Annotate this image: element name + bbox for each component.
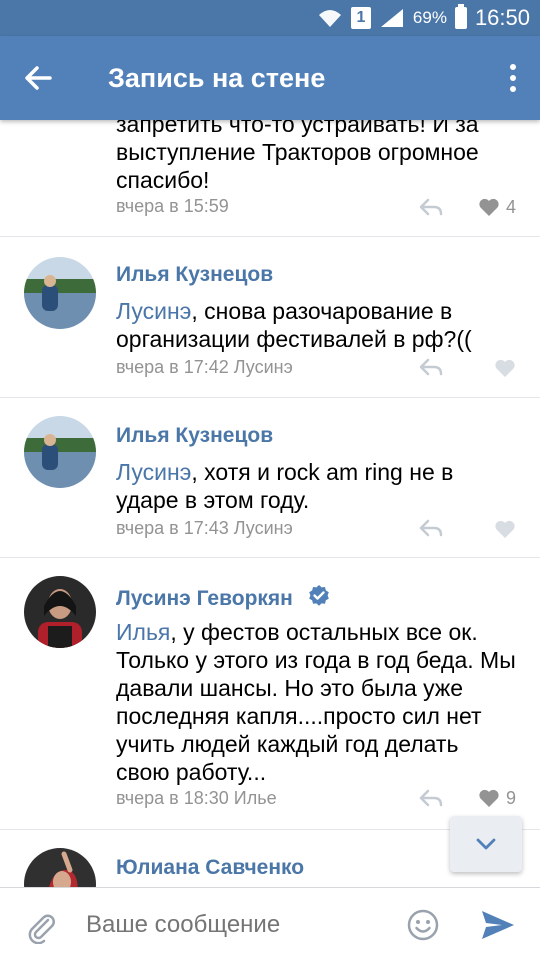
comment-time: вчера в 17:43 [116,518,229,538]
comments-list[interactable]: запретить что-то устраивать! И за выступ… [0,120,540,887]
comment-text: Лусинэ, снова разочарование в организаци… [116,297,516,353]
signal-icon [380,9,403,27]
comment-author[interactable]: Илья Кузнецов [116,263,273,287]
comment-time: вчера в 17:42 [116,357,229,377]
like-button[interactable]: 9 [478,787,516,809]
comment-time: вчера в 15:59 [116,196,229,216]
sim-indicator: 1 [350,7,371,29]
like-button[interactable]: 4 [478,196,516,218]
smile-icon[interactable] [406,908,440,942]
clock: 16:50 [474,5,530,30]
comment-text: запретить что-то устраивать! И за выступ… [116,120,520,194]
reply-target[interactable]: Лусинэ [234,518,293,538]
heart-icon [479,198,499,216]
comment-text-line: спасибо! [116,167,210,193]
reply-target[interactable]: Илье [234,788,277,808]
heart-icon [479,789,499,807]
scroll-down-button[interactable] [450,816,522,872]
comment-author[interactable]: Юлиана Савченко [116,856,304,880]
verified-icon [308,585,329,606]
comment: Лусинэ Геворкян Илья, у фестов остальных… [0,558,540,830]
comment-meta: вчера в 15:59 [116,196,229,217]
page-title: Запись на стене [108,63,326,93]
mention-link[interactable]: Лусинэ [116,298,191,324]
comment-text: Илья, у фестов остальных все ок. Только … [116,618,516,786]
reply-icon[interactable] [418,197,444,217]
battery-icon [454,4,467,29]
reply-icon[interactable] [418,357,444,377]
avatar[interactable] [24,257,96,329]
comment-time: вчера в 18:30 [116,788,229,808]
like-count: 9 [505,787,516,808]
comment: Илья Кузнецов Лусинэ, хотя и rock am rin… [0,398,540,558]
battery-percent: 69% [412,8,447,27]
status-bar: 1 69% 16:50 [0,0,540,36]
like-button[interactable] [494,518,516,540]
send-icon[interactable] [480,908,516,942]
comment: Илья Кузнецов Лусинэ, снова разочаровани… [0,237,540,398]
comment-text: Лусинэ, хотя и rock am ring не в ударе в… [116,458,516,514]
wifi-icon [318,10,341,27]
reply-icon[interactable] [418,788,444,808]
message-composer [0,887,540,960]
like-button[interactable] [494,357,516,379]
toolbar: Запись на стене [0,36,540,120]
reply-target[interactable]: Лусинэ [234,357,293,377]
like-count: 4 [505,196,516,217]
comment-text-line: выступление Тракторов огромное [116,139,479,165]
reply-icon[interactable] [418,518,444,538]
mention-link[interactable]: Лусинэ [116,459,191,485]
avatar[interactable] [24,576,96,648]
arrow-back-icon[interactable] [18,58,58,98]
message-input[interactable] [86,888,386,960]
mention-link[interactable]: Илья [116,619,170,645]
heart-icon [495,520,515,538]
avatar[interactable] [24,416,96,488]
comment: запретить что-то устраивать! И за выступ… [0,120,540,237]
comment-text-line: запретить что-то устраивать! И за [116,120,479,137]
paperclip-icon[interactable] [24,910,58,944]
heart-icon [495,359,515,377]
comment-meta: вчера в 17:42 Лусинэ [116,357,293,378]
more-vertical-icon[interactable] [508,64,518,94]
comment-meta: вчера в 18:30 Илье [116,788,277,809]
comment-author[interactable]: Илья Кузнецов [116,424,273,448]
chevron-down-icon [476,838,496,850]
author-name[interactable]: Лусинэ Геворкян [116,587,293,610]
comment-meta: вчера в 17:43 Лусинэ [116,518,293,539]
comment-author[interactable]: Лусинэ Геворкян [116,584,331,611]
avatar[interactable] [24,848,96,887]
comment-body: , у фестов остальных все ок. Только у эт… [116,619,516,785]
